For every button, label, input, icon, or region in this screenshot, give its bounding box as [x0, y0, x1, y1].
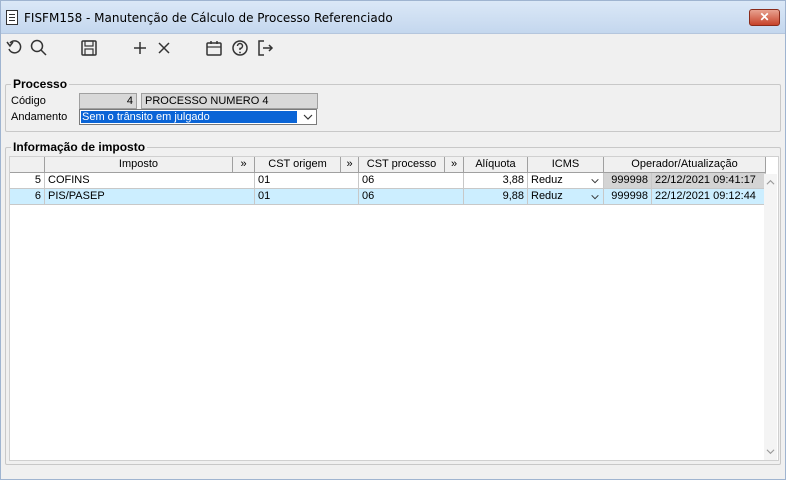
processo-nome-field: PROCESSO NUMERO 4 — [141, 93, 318, 109]
row-imposto[interactable]: PIS/PASEP — [45, 189, 255, 205]
imposto-legend: Informação de imposto — [11, 140, 148, 154]
row-cst-origem[interactable]: 01 — [255, 189, 359, 205]
close-button[interactable]: ✕ — [749, 9, 780, 26]
header-cst-processo[interactable]: CST processo — [359, 157, 445, 173]
processo-legend: Processo — [11, 77, 70, 91]
andamento-value: Sem o trânsito em julgado — [81, 111, 297, 123]
chevron-down-icon — [591, 178, 599, 184]
expand-imposto-button[interactable]: » — [233, 157, 255, 173]
header-aliquota[interactable]: Alíquota — [464, 157, 528, 173]
row-cst-processo[interactable]: 06 — [359, 189, 464, 205]
document-icon — [6, 10, 18, 25]
row-imposto[interactable]: COFINS — [45, 173, 255, 189]
chevron-down-icon — [303, 114, 313, 120]
row-operador: 999998 — [604, 173, 652, 189]
row-data: 22/12/2021 09:41:17 — [652, 173, 766, 189]
row-icms-value: Reduz — [531, 190, 563, 202]
main-window: FISFM158 - Manutenção de Cálculo de Proc… — [0, 0, 786, 480]
row-icms-value: Reduz — [531, 174, 563, 186]
andamento-select[interactable]: Sem o trânsito em julgado — [79, 109, 317, 125]
title-bar: FISFM158 - Manutenção de Cálculo de Proc… — [1, 1, 785, 34]
row-icms-select[interactable]: Reduz — [528, 189, 604, 205]
delete-icon[interactable] — [154, 38, 174, 58]
window-title: FISFM158 - Manutenção de Cálculo de Proc… — [24, 11, 393, 25]
expand-cst-origem-button[interactable]: » — [341, 157, 359, 173]
save-icon[interactable] — [79, 38, 99, 58]
scroll-up-icon[interactable] — [766, 178, 775, 187]
toolbar — [1, 35, 785, 61]
header-icms[interactable]: ICMS — [528, 157, 604, 173]
vertical-scrollbar[interactable] — [764, 174, 777, 460]
chevron-down-icon — [591, 194, 599, 200]
row-operador: 999998 — [604, 189, 652, 205]
row-id[interactable]: 5 — [10, 173, 45, 189]
row-aliquota[interactable]: 9,88 — [464, 189, 528, 205]
imposto-grid: Imposto » CST origem » CST processo » Al… — [9, 156, 779, 461]
row-id[interactable]: 6 — [10, 189, 45, 205]
scroll-down-icon[interactable] — [766, 447, 775, 456]
search-icon[interactable] — [29, 38, 49, 58]
undo-icon[interactable] — [5, 38, 25, 58]
header-operador[interactable]: Operador/Atualização — [604, 157, 766, 173]
row-cst-origem[interactable]: 01 — [255, 173, 359, 189]
row-icms-select[interactable]: Reduz — [528, 173, 604, 189]
help-icon[interactable] — [230, 38, 250, 58]
expand-cst-processo-button[interactable]: » — [445, 157, 464, 173]
calendar-icon[interactable] — [204, 38, 224, 58]
codigo-label: Código — [11, 95, 46, 107]
row-cst-processo[interactable]: 06 — [359, 173, 464, 189]
add-icon[interactable] — [130, 38, 150, 58]
andamento-label: Andamento — [11, 111, 68, 123]
row-data: 22/12/2021 09:12:44 — [652, 189, 766, 205]
header-cst-origem[interactable]: CST origem — [255, 157, 341, 173]
header-id — [10, 157, 45, 173]
header-imposto[interactable]: Imposto — [45, 157, 233, 173]
row-aliquota[interactable]: 3,88 — [464, 173, 528, 189]
codigo-field[interactable]: 4 — [79, 93, 137, 109]
exit-icon[interactable] — [255, 38, 275, 58]
